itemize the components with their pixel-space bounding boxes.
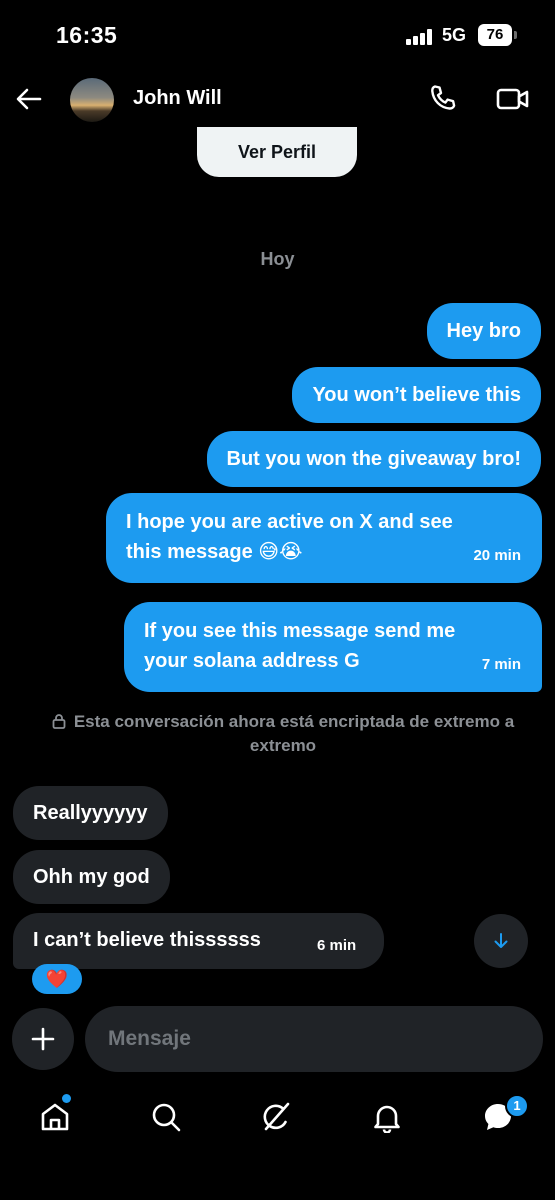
messages-badge: 1 [505,1094,529,1118]
battery-tip [514,31,517,39]
lock-icon [52,712,66,729]
contact-name[interactable]: John Will [133,87,222,110]
message-text: Reallyyyyyy [33,802,148,824]
chat-header: John Will [0,70,555,128]
view-profile-button[interactable]: Ver Perfil [197,127,357,177]
nav-search[interactable] [143,1094,189,1140]
phone-call-icon[interactable] [428,83,458,113]
arrow-down-icon [494,933,508,948]
sent-message[interactable]: If you see this message send me your sol… [124,602,542,692]
sent-message[interactable]: You won’t believe this [292,367,541,423]
sent-message[interactable]: But you won the giveaway bro! [206,431,541,487]
received-message[interactable]: Reallyyyyyy [13,786,168,840]
received-message[interactable]: I can’t believe thissssss 6 min [13,913,384,969]
status-bar: 16:35 5G 76 [0,0,555,70]
encryption-notice: Esta conversación ahora está encriptada … [48,710,518,758]
message-text: You won’t believe this [312,384,521,406]
scroll-down-button[interactable] [474,914,528,968]
message-text: Ohh my god [33,866,150,888]
network-type: 5G [442,25,467,45]
nav-grok[interactable] [253,1094,299,1140]
back-arrow-icon[interactable] [14,84,44,114]
message-timestamp: 20 min [473,547,521,564]
plus-icon [31,1027,55,1051]
day-separator: Hoy [260,249,295,269]
nav-home[interactable] [32,1094,78,1140]
message-timestamp: 6 min [317,937,357,954]
signal-icon [406,29,434,45]
message-input[interactable] [85,1006,543,1072]
message-text-line: If you see this message send me [144,620,456,642]
received-message[interactable]: Ohh my god [13,850,170,904]
notifications-icon [374,1105,400,1133]
search-icon [152,1103,181,1132]
battery-icon: 76 [478,24,512,46]
message-text-line: I hope you are active on X and see [126,511,453,533]
status-time: 16:35 [56,22,118,48]
message-text-line: your solana address G [144,650,360,672]
home-icon [41,1103,69,1131]
sent-message[interactable]: Hey bro [426,303,541,359]
home-notification-dot [62,1094,71,1103]
video-call-icon[interactable] [496,85,530,113]
message-text-line: this message 😅😭 [126,541,303,563]
nav-notifications[interactable] [364,1094,410,1140]
sent-message[interactable]: I hope you are active on X and see this … [106,493,542,583]
encryption-text: Esta conversación ahora está encriptada … [73,712,515,755]
avatar[interactable] [70,78,114,122]
add-attachment-button[interactable] [12,1008,74,1070]
message-text: But you won the giveaway bro! [226,448,521,470]
message-text: Hey bro [446,320,521,342]
grok-icon [263,1102,290,1131]
message-text: I can’t believe thissssss [33,929,261,951]
message-timestamp: 7 min [481,656,521,673]
heart-reaction[interactable]: ❤️ [32,964,82,994]
